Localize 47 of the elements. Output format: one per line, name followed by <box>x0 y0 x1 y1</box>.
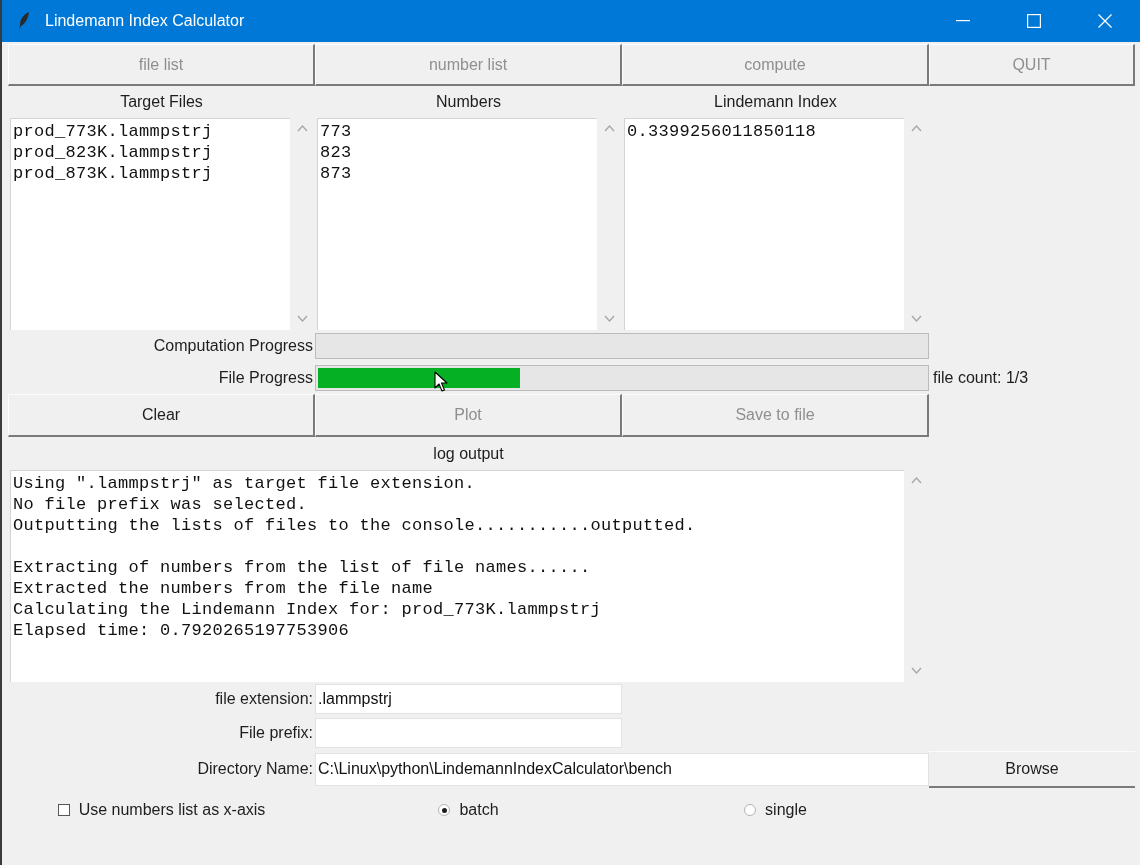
mouse-pointer-icon <box>434 371 448 393</box>
chevron-down-icon[interactable] <box>911 667 922 674</box>
text-box[interactable]: prod_773K.lammpstrj prod_823K.lammpstrj prod_873K.lammpstrj <box>10 118 290 330</box>
input-field[interactable]: .lammpstrj <box>315 684 622 714</box>
radio-label[interactable]: batch <box>459 798 499 822</box>
checkbox[interactable] <box>57 804 70 816</box>
file-count-text: file count: 1/3 <box>933 368 1029 388</box>
text-box[interactable]: 773 823 873 <box>317 118 597 330</box>
maximize-icon <box>1026 14 1041 28</box>
input-field[interactable]: C:\Linux\python\LindemannIndexCalculator\bench <box>315 752 929 786</box>
progress-label: Computation Progress <box>153 336 313 356</box>
text-line: prod_823K.lammpstrj <box>13 142 213 163</box>
chevron-up-icon[interactable] <box>604 125 615 132</box>
chevron-up-icon[interactable] <box>911 477 922 484</box>
input-field[interactable] <box>315 718 622 748</box>
radio-label[interactable]: single <box>765 798 807 822</box>
chevron-down-icon[interactable] <box>297 315 308 322</box>
radio-button[interactable] <box>744 804 757 816</box>
feather-icon <box>18 11 30 31</box>
log-text: Using ".lammpstrj" as target file extension. No file prefix was selected. Outputting the lists of files to the console...........outputted. Extracting of numbers from the list of file names...... Extracted the numbers from the file name Calculating the Lindemann Index for: prod_773K.lammpstrj Elapsed time: 0.7920265197753906 <box>13 473 696 641</box>
text-line: 773 <box>320 121 352 142</box>
column-heading: Lindemann Index <box>714 92 837 112</box>
browse-button[interactable]: Browse <box>929 750 1135 788</box>
text-line: prod_773K.lammpstrj <box>13 121 213 142</box>
window-title: Lindemann Index Calculator <box>45 11 245 31</box>
log-box[interactable] <box>10 470 904 682</box>
column-heading: Numbers <box>436 92 501 112</box>
text-line: 823 <box>320 142 352 163</box>
chevron-up-icon[interactable] <box>911 125 922 132</box>
action-button[interactable]: Clear <box>8 394 315 437</box>
chevron-down-icon[interactable] <box>911 315 922 322</box>
field-label: file extension: <box>215 689 313 709</box>
close-icon <box>1097 14 1112 28</box>
minimize-icon <box>955 20 970 22</box>
field-label: File prefix: <box>239 723 313 743</box>
field-label: Directory Name: <box>197 759 313 779</box>
chevron-up-icon[interactable] <box>297 125 308 132</box>
text-line: 873 <box>320 163 352 184</box>
checkbox-label[interactable]: Use numbers list as x-axis <box>78 798 266 822</box>
chevron-down-icon[interactable] <box>604 315 615 322</box>
log-heading: log output <box>433 443 504 464</box>
radio-button[interactable] <box>438 804 451 816</box>
text-box[interactable]: 0.3399256011850118 <box>624 118 904 330</box>
column-heading: Target Files <box>120 92 203 112</box>
progress-label: File Progress <box>218 368 313 388</box>
text-line: prod_873K.lammpstrj <box>13 163 213 184</box>
text-line: 0.3399256011850118 <box>627 121 817 142</box>
